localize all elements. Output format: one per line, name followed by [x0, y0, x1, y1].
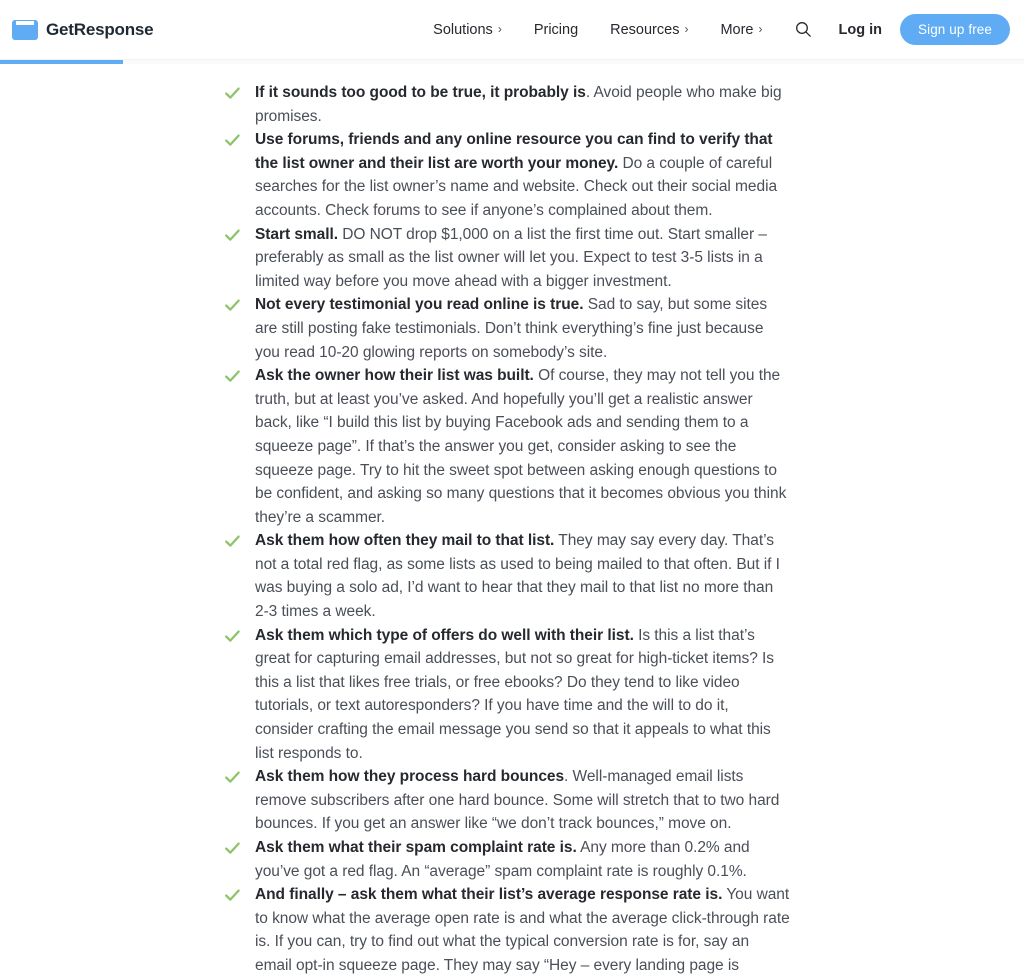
check-icon	[224, 533, 241, 550]
check-icon	[224, 628, 241, 645]
nav-item-resources[interactable]: Resources ›	[594, 22, 704, 38]
checklist-item-lead: Ask them what their spam complaint rate …	[255, 839, 577, 856]
nav-item-label: Solutions	[433, 21, 493, 38]
reading-progress-fill	[0, 60, 123, 64]
check-icon	[224, 85, 241, 102]
brand-name: GetResponse	[46, 19, 154, 39]
nav-item-label: More	[720, 21, 754, 38]
search-icon	[796, 22, 811, 37]
check-icon	[224, 887, 241, 904]
main-nav: Solutions › Pricing Resources › More ›	[417, 22, 778, 38]
checklist-item-lead: Not every testimonial you read online is…	[255, 296, 584, 314]
article-content: If it sounds too good to be true, it pro…	[0, 64, 1024, 977]
checklist-item: Ask them how they process hard bounces. …	[220, 765, 790, 836]
checklist-item-lead: Ask the owner how their list was built.	[255, 367, 534, 385]
checklist-item: Ask the owner how their list was built. …	[220, 364, 790, 529]
nav-item-more[interactable]: More ›	[704, 22, 778, 38]
nav-item-solutions[interactable]: Solutions ›	[417, 22, 518, 38]
envelope-icon	[12, 19, 38, 40]
checklist-item: Ask them what their spam complaint rate …	[220, 836, 790, 883]
checklist-item-lead: Start small.	[255, 225, 338, 243]
checklist: If it sounds too good to be true, it pro…	[220, 81, 790, 977]
checklist-item: Ask them how often they mail to that lis…	[220, 529, 790, 623]
checklist-item-body: Is this a list that’s great for capturin…	[255, 626, 775, 762]
checklist-item-lead: Ask them how often they mail to that lis…	[255, 532, 555, 550]
checklist-item: If it sounds too good to be true, it pro…	[220, 81, 790, 128]
chevron-right-icon: ›	[497, 21, 502, 36]
check-icon	[224, 368, 241, 385]
checklist-item: Ask them which type of offers do well wi…	[220, 624, 790, 766]
check-icon	[224, 840, 241, 857]
checklist-item-lead: Ask them which type of offers do well wi…	[255, 626, 634, 644]
header-actions: Log in Sign up free	[779, 13, 1010, 47]
nav-item-label: Resources	[610, 21, 680, 38]
check-icon	[224, 769, 241, 786]
chevron-right-icon: ›	[758, 21, 763, 36]
brand-logo[interactable]: GetResponse	[12, 19, 154, 40]
nav-item-pricing[interactable]: Pricing	[518, 22, 594, 38]
checklist-item-lead: If it sounds too good to be true, it pro…	[255, 84, 586, 101]
checklist-item-lead: Ask them how they process hard bounces	[255, 768, 565, 786]
checklist-item-body: Of course, they may not tell you the tru…	[255, 367, 787, 526]
search-button[interactable]	[787, 13, 821, 47]
checklist-item-lead: And finally – ask them what their list’s…	[255, 886, 723, 904]
checklist-item: Use forums, friends and any online resou…	[220, 128, 790, 222]
site-header: GetResponse Solutions › Pricing Resource…	[0, 0, 1024, 59]
check-icon	[224, 132, 241, 149]
checklist-item: Start small. DO NOT drop $1,000 on a lis…	[220, 223, 790, 294]
reading-progress-bar	[0, 60, 1024, 64]
nav-item-label: Pricing	[533, 21, 579, 38]
signup-free-button[interactable]: Sign up free	[900, 14, 1010, 45]
checklist-item: And finally – ask them what their list’s…	[220, 883, 790, 977]
chevron-right-icon: ›	[684, 21, 689, 36]
login-link[interactable]: Log in	[821, 22, 901, 38]
check-icon	[224, 227, 241, 244]
check-icon	[224, 297, 241, 314]
checklist-item: Not every testimonial you read online is…	[220, 293, 790, 364]
